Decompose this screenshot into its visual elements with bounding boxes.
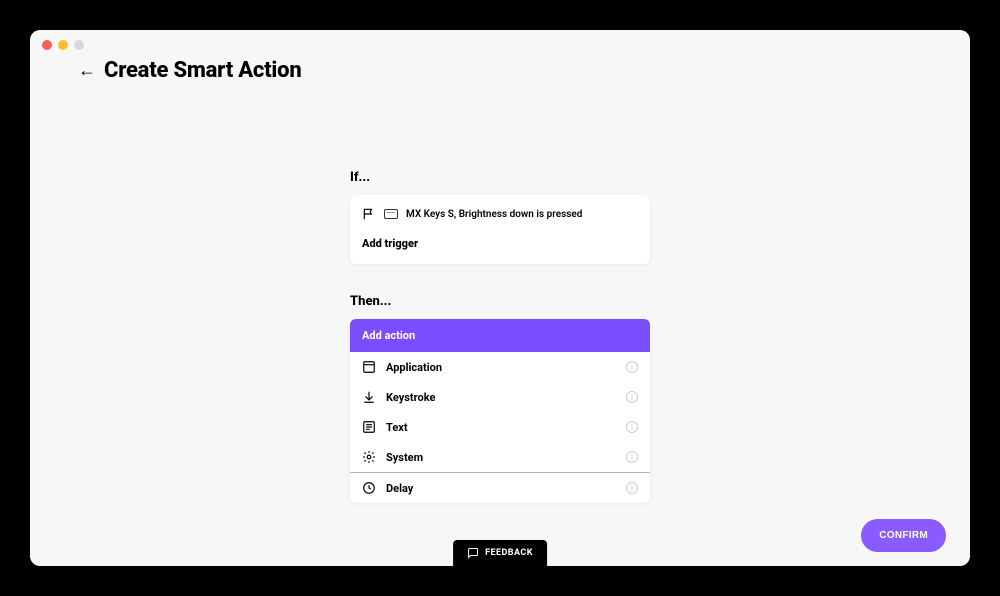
feedback-label: FEEDBACK [485, 548, 533, 558]
action-option-system[interactable]: System i [350, 442, 650, 472]
action-option-keystroke[interactable]: Keystroke i [350, 382, 650, 412]
action-option-text[interactable]: Text i [350, 412, 650, 442]
info-icon[interactable]: i [626, 361, 638, 373]
minimize-window-button[interactable] [58, 40, 68, 50]
window-controls [42, 40, 84, 50]
then-label: Then... [350, 294, 650, 309]
action-option-application[interactable]: Application i [350, 352, 650, 382]
info-icon[interactable]: i [626, 482, 638, 494]
info-icon[interactable]: i [626, 451, 638, 463]
confirm-button[interactable]: CONFIRM [861, 519, 946, 552]
action-label: Text [386, 421, 616, 434]
keystroke-icon [362, 390, 376, 404]
maximize-window-button[interactable] [74, 40, 84, 50]
add-action-header: Add action [350, 319, 650, 352]
page-header: ← Create Smart Action [78, 58, 301, 83]
action-label: Delay [386, 482, 616, 495]
gear-icon [362, 450, 376, 464]
page-title: Create Smart Action [104, 58, 301, 83]
trigger-row[interactable]: MX Keys S, Brightness down is pressed [350, 195, 650, 227]
application-icon [362, 360, 376, 374]
if-label: If... [350, 170, 650, 185]
action-label: Application [386, 361, 616, 374]
action-option-delay[interactable]: Delay i [350, 473, 650, 503]
keyboard-icon [384, 209, 398, 219]
add-trigger-button[interactable]: Add trigger [350, 227, 650, 264]
confirm-label: CONFIRM [879, 530, 928, 541]
app-window: ← Create Smart Action If... MX Keys S, B… [30, 30, 970, 566]
text-icon [362, 420, 376, 434]
feedback-button[interactable]: FEEDBACK [453, 540, 547, 566]
trigger-description: MX Keys S, Brightness down is pressed [406, 209, 582, 220]
trigger-card: MX Keys S, Brightness down is pressed Ad… [350, 195, 650, 264]
action-list: Application i Keystroke i [350, 352, 650, 503]
close-window-button[interactable] [42, 40, 52, 50]
clock-icon [362, 481, 376, 495]
action-card: Add action Application i [350, 319, 650, 503]
main-content: If... MX Keys S, Brightness down is pres… [350, 170, 650, 503]
flag-icon [362, 207, 376, 221]
action-label: System [386, 451, 616, 464]
chat-icon [467, 547, 479, 559]
info-icon[interactable]: i [626, 391, 638, 403]
back-button[interactable]: ← [78, 62, 96, 80]
if-section: If... MX Keys S, Brightness down is pres… [350, 170, 650, 264]
info-icon[interactable]: i [626, 421, 638, 433]
action-label: Keystroke [386, 391, 616, 404]
then-section: Then... Add action Application i [350, 294, 650, 503]
